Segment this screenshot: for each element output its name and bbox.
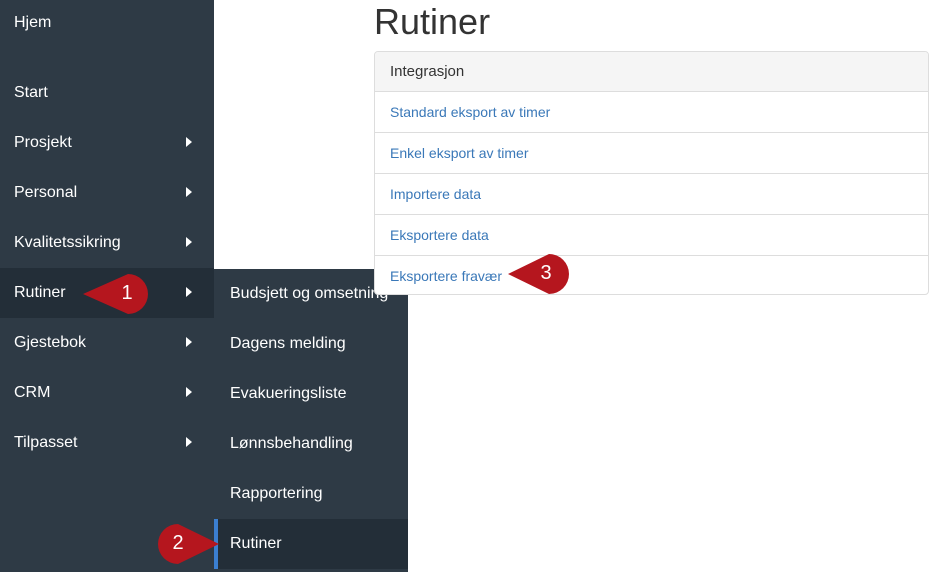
callout-marker-1: 1 <box>80 272 150 316</box>
sidebar-item-label: Start <box>14 84 48 101</box>
standard-eksport-link[interactable]: Standard eksport av timer <box>390 104 550 120</box>
sidebar-item-hjem[interactable]: Hjem <box>0 0 214 46</box>
list-item: Enkel eksport av timer <box>375 133 928 174</box>
list-item: Importere data <box>375 174 928 215</box>
sidebar-item-gjestebok[interactable]: Gjestebok <box>0 318 214 368</box>
callout-marker-3: 3 <box>505 252 573 296</box>
submenu-item-rutiner[interactable]: Rutiner <box>214 519 408 569</box>
sidebar-item-label: Tilpasset <box>14 434 78 451</box>
integrasjon-panel: Integrasjon Standard eksport av timer En… <box>374 51 929 295</box>
sidebar-item-crm[interactable]: CRM <box>0 368 214 418</box>
sidebar-item-prosjekt[interactable]: Prosjekt <box>0 118 214 168</box>
sidebar-item-personal[interactable]: Personal <box>0 168 214 218</box>
importere-data-link[interactable]: Importere data <box>390 186 481 202</box>
submenu-item-label: Rapportering <box>230 485 323 502</box>
sidebar-item-label: Gjestebok <box>14 334 87 351</box>
panel-heading: Integrasjon <box>375 52 928 92</box>
submenu-item-rapportering[interactable]: Rapportering <box>214 469 408 519</box>
sidebar-item-tilpasset[interactable]: Tilpasset <box>0 418 214 468</box>
eksportere-fravaer-link[interactable]: Eksportere fravær <box>390 268 502 284</box>
submenu-item-label: Lønnsbehandling <box>230 435 353 452</box>
sidebar-item-label: Hjem <box>14 14 52 31</box>
enkel-eksport-link[interactable]: Enkel eksport av timer <box>390 145 529 161</box>
eksportere-data-link[interactable]: Eksportere data <box>390 227 489 243</box>
sidebar-item-label: Rutiner <box>14 284 66 301</box>
chevron-right-icon <box>186 187 192 197</box>
sidebar-item-start[interactable]: Start <box>0 68 214 118</box>
rutiner-submenu: Budsjett og omsetning Dagens melding Eva… <box>214 269 408 572</box>
callout-number: 3 <box>540 262 552 284</box>
sidebar-item-label: CRM <box>14 384 51 401</box>
callout-number: 1 <box>121 282 133 304</box>
chevron-right-icon <box>186 437 192 447</box>
submenu-item-label: Budsjett og omsetning <box>230 285 389 302</box>
chevron-right-icon <box>186 337 192 347</box>
callout-number: 2 <box>172 532 184 554</box>
chevron-right-icon <box>186 287 192 297</box>
sidebar-item-kvalitetssikring[interactable]: Kvalitetssikring <box>0 218 214 268</box>
callout-marker-2: 2 <box>154 522 222 566</box>
chevron-right-icon <box>186 387 192 397</box>
list-item: Eksportere fravær <box>375 256 928 294</box>
sidebar-item-label: Prosjekt <box>14 134 72 151</box>
submenu-item-label: Evakueringsliste <box>230 385 347 402</box>
submenu-item-dagens-melding[interactable]: Dagens melding <box>214 319 408 369</box>
list-item: Eksportere data <box>375 215 928 256</box>
sidebar-item-label: Personal <box>14 184 78 201</box>
submenu-item-lonnsbehandling[interactable]: Lønnsbehandling <box>214 419 408 469</box>
submenu-item-evakueringsliste[interactable]: Evakueringsliste <box>214 369 408 419</box>
sidebar-item-label: Kvalitetssikring <box>14 234 121 251</box>
chevron-right-icon <box>186 137 192 147</box>
list-item: Standard eksport av timer <box>375 92 928 133</box>
submenu-item-label: Rutiner <box>230 535 282 552</box>
submenu-item-label: Dagens melding <box>230 335 346 352</box>
chevron-right-icon <box>186 237 192 247</box>
page-title: Rutiner <box>374 1 491 42</box>
